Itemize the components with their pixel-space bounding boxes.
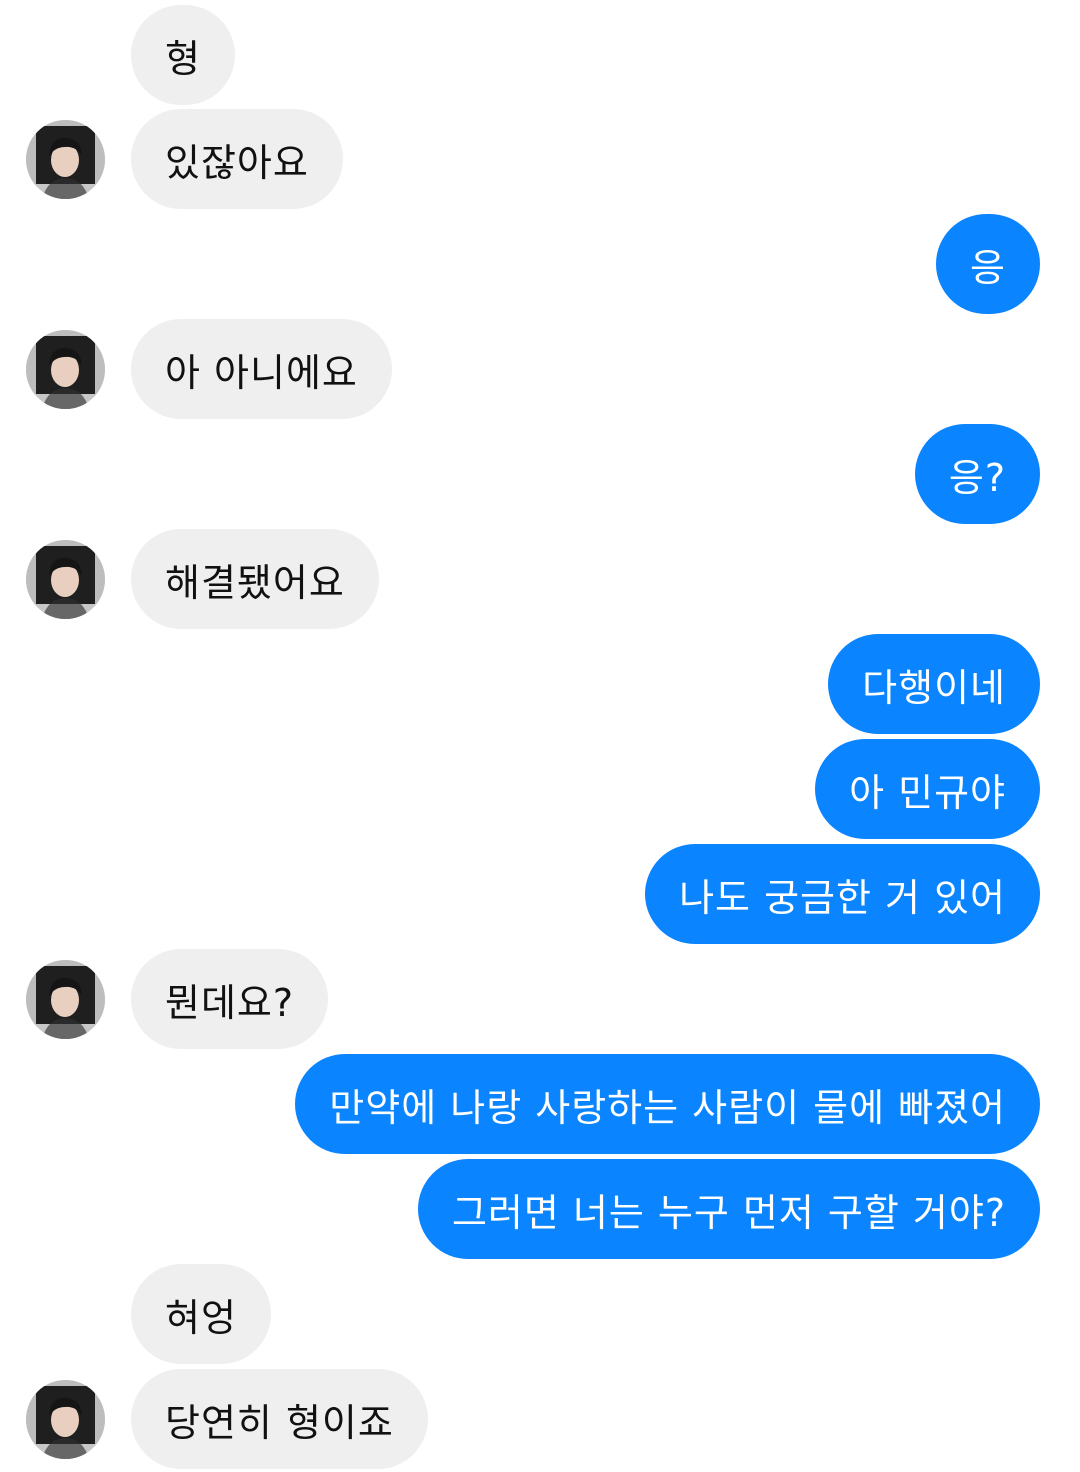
- message-row: 뭔데요?: [0, 949, 1080, 1049]
- profile-photo-icon: [26, 540, 105, 619]
- sent-message-bubble[interactable]: 응?: [914, 424, 1040, 524]
- contact-avatar[interactable]: [26, 540, 105, 619]
- profile-photo-icon: [26, 960, 105, 1039]
- received-message-bubble[interactable]: 형: [131, 5, 235, 105]
- contact-avatar[interactable]: [26, 960, 105, 1039]
- sent-message-bubble[interactable]: 그러면 너는 누구 먼저 구할 거야?: [417, 1159, 1040, 1259]
- sent-message-bubble[interactable]: 아 민규야: [815, 739, 1040, 839]
- contact-avatar[interactable]: [26, 120, 105, 199]
- received-message-bubble[interactable]: 뭔데요?: [131, 949, 329, 1049]
- message-row: 응: [0, 214, 1080, 314]
- received-message-bubble[interactable]: 해결됐어요: [131, 529, 379, 629]
- message-row: 아 민규야: [0, 739, 1080, 839]
- profile-photo-icon: [26, 1380, 105, 1459]
- contact-avatar[interactable]: [26, 1380, 105, 1459]
- message-row: 만약에 나랑 사랑하는 사람이 물에 빠졌어: [0, 1054, 1080, 1154]
- message-row: 응?: [0, 424, 1080, 524]
- sent-message-bubble[interactable]: 나도 궁금한 거 있어: [645, 844, 1040, 944]
- received-message-bubble[interactable]: 혀엉: [131, 1264, 271, 1364]
- message-row: 나도 궁금한 거 있어: [0, 844, 1080, 944]
- sent-message-bubble[interactable]: 응: [936, 214, 1040, 314]
- received-message-bubble[interactable]: 있잖아요: [131, 109, 343, 209]
- message-row: 해결됐어요: [0, 529, 1080, 629]
- sent-message-bubble[interactable]: 만약에 나랑 사랑하는 사람이 물에 빠졌어: [295, 1054, 1040, 1154]
- message-row: 형: [0, 5, 1080, 105]
- received-message-bubble[interactable]: 아 아니에요: [131, 319, 392, 419]
- contact-avatar[interactable]: [26, 330, 105, 409]
- chat-thread: 형 있잖아요 응 아 아니에요 응? 해결됐어요 다행이네 아 민규야 나도 궁…: [0, 0, 1080, 1472]
- message-row: 있잖아요: [0, 109, 1080, 209]
- message-row: 그러면 너는 누구 먼저 구할 거야?: [0, 1159, 1080, 1259]
- message-row: 다행이네: [0, 634, 1080, 734]
- message-row: 혀엉: [0, 1264, 1080, 1364]
- message-row: 아 아니에요: [0, 319, 1080, 419]
- received-message-bubble[interactable]: 당연히 형이죠: [131, 1369, 428, 1469]
- profile-photo-icon: [26, 330, 105, 409]
- sent-message-bubble[interactable]: 다행이네: [828, 634, 1040, 734]
- profile-photo-icon: [26, 120, 105, 199]
- message-row: 당연히 형이죠: [0, 1369, 1080, 1469]
